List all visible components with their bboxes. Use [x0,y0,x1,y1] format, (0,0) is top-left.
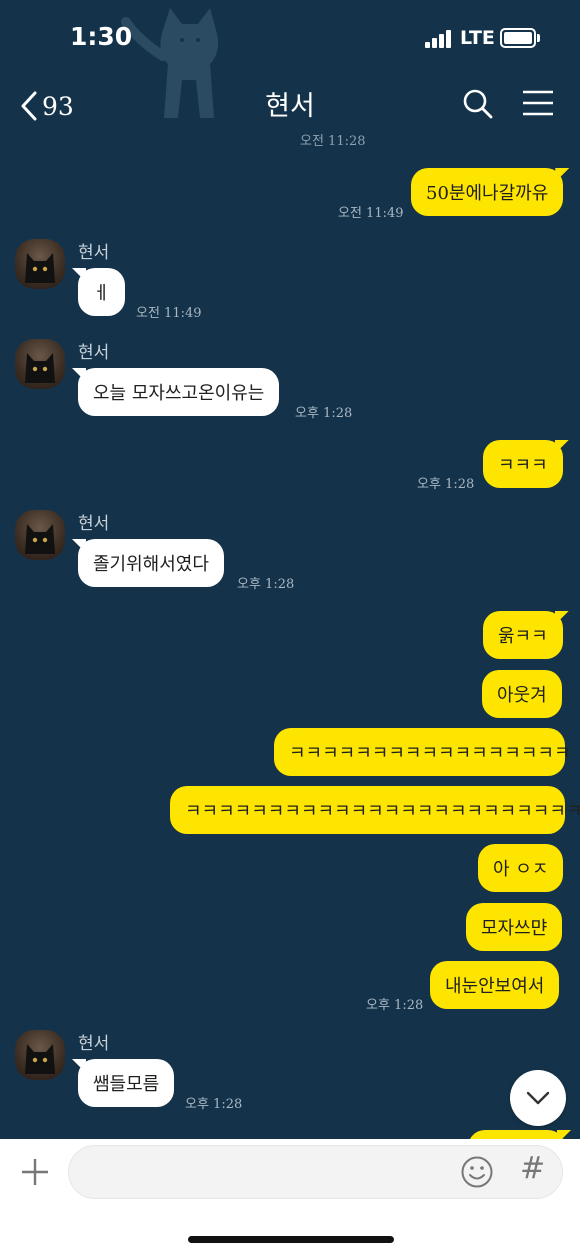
their-message-bubble[interactable]: 졸기위해서였다 [72,539,224,587]
smiley-icon[interactable] [460,1155,494,1189]
my-message-bubble[interactable]: 아웃겨 [482,670,562,718]
message-text: ㅋㅋㅋㅋㅋㅋㅋㅋㅋㅋㅋㅋㅋㅋㅋㅋㅋㅋㅋㅋㅋㅋㅋㅋㅋ [185,801,580,822]
message-text: ㅔ [93,283,110,304]
battery-tip [537,34,540,42]
my-message-bubble[interactable] [468,1130,571,1139]
their-message-bubble[interactable]: 오늘 모자쓰고온이유는 [72,368,280,416]
bubble-tail [554,440,569,454]
signal-icon [425,30,453,48]
cat-avatar-icon [25,353,55,383]
my-message-bubble[interactable]: 모자쓰먄 [466,903,563,951]
message-time: 오후 1:28 [185,1097,243,1112]
bubble-tail [557,1130,571,1139]
message-time: 오후 1:28 [417,477,475,492]
message-text: 쌤들모름 [93,1074,160,1095]
message-text: ㅋㅋㅋㅋㅋㅋㅋㅋㅋㅋㅋㅋㅋㅋㅋㅋㅋ [289,743,571,764]
my-message-bubble[interactable]: 50분에나갈까유 [411,168,570,216]
sender-name: 현서 [78,343,110,363]
battery-icon [500,28,536,48]
hashtag-button[interactable]: # [520,1151,545,1186]
message-text: 아웃겨 [497,685,547,706]
message-text: 아 ㅇㅈ [493,859,549,880]
status-time: 1:30 [70,22,133,51]
avatar[interactable] [15,510,65,560]
message-text: 오늘 모자쓰고온이유는 [93,383,265,404]
cat-avatar-icon [25,253,55,283]
message-text: 내눈안보여서 [445,976,545,997]
chevron-down-icon [526,1091,550,1105]
my-message-bubble[interactable]: ㅋㅋㅋ [483,440,569,488]
message-text: ㅋㅋㅋ [498,455,548,476]
avatar[interactable] [15,339,65,389]
message-text: 50분에나갈까유 [426,183,549,204]
cat-avatar-icon [25,524,55,554]
my-message-bubble[interactable]: 내눈안보여서 [430,961,560,1009]
chat-messages[interactable]: 오전 11:28 오전 11:49 50분에나갈까유 현서 ㅔ 오전 11:49… [0,132,580,1139]
message-text: 졸기위해서였다 [93,554,209,575]
status-bar: 1:30 LTE [0,0,580,118]
bubble-tail [72,268,86,282]
my-message-bubble[interactable]: ㅋㅋㅋㅋㅋㅋㅋㅋㅋㅋㅋㅋㅋㅋㅋㅋㅋ [274,728,571,776]
message-time: 오전 11:49 [136,306,202,321]
sender-name: 현서 [78,514,110,534]
message-time: 오전 11:49 [338,206,404,221]
message-input-bar: # [0,1139,580,1255]
message-time: 오후 1:28 [366,998,424,1013]
message-time: 오전 11:28 [300,134,366,149]
my-message-bubble[interactable]: 아 ㅇㅈ [478,844,564,892]
plus-icon[interactable] [20,1157,50,1187]
cat-avatar-icon [25,1044,55,1074]
hamburger-menu-icon[interactable] [522,88,554,120]
message-text: 모자쓰먄 [481,918,548,939]
sender-name: 현서 [78,1034,110,1054]
my-message-bubble[interactable]: 욹ㅋㅋ [483,611,569,659]
their-message-bubble[interactable]: ㅔ [72,268,125,316]
bubble-tail [72,1059,86,1073]
their-message-bubble[interactable]: 쌤들모름 [72,1059,175,1107]
chat-header: 93 현서 [0,80,580,132]
scroll-down-button[interactable] [510,1070,566,1126]
my-message-bubble[interactable]: ㅋㅋㅋㅋㅋㅋㅋㅋㅋㅋㅋㅋㅋㅋㅋㅋㅋㅋㅋㅋㅋㅋㅋㅋㅋ [170,786,580,834]
bubble-tail [72,368,86,382]
avatar[interactable] [15,1030,65,1080]
avatar[interactable] [15,239,65,289]
bubble-tail [555,168,570,182]
home-indicator [188,1236,394,1243]
search-icon[interactable] [462,86,494,122]
bubble-tail [72,539,86,553]
sender-name: 현서 [78,243,110,263]
message-time: 오후 1:28 [295,406,353,421]
bubble-tail [554,611,569,625]
network-label: LTE [460,27,495,49]
message-text: 욹ㅋㅋ [498,626,548,647]
message-time: 오후 1:28 [237,577,295,592]
